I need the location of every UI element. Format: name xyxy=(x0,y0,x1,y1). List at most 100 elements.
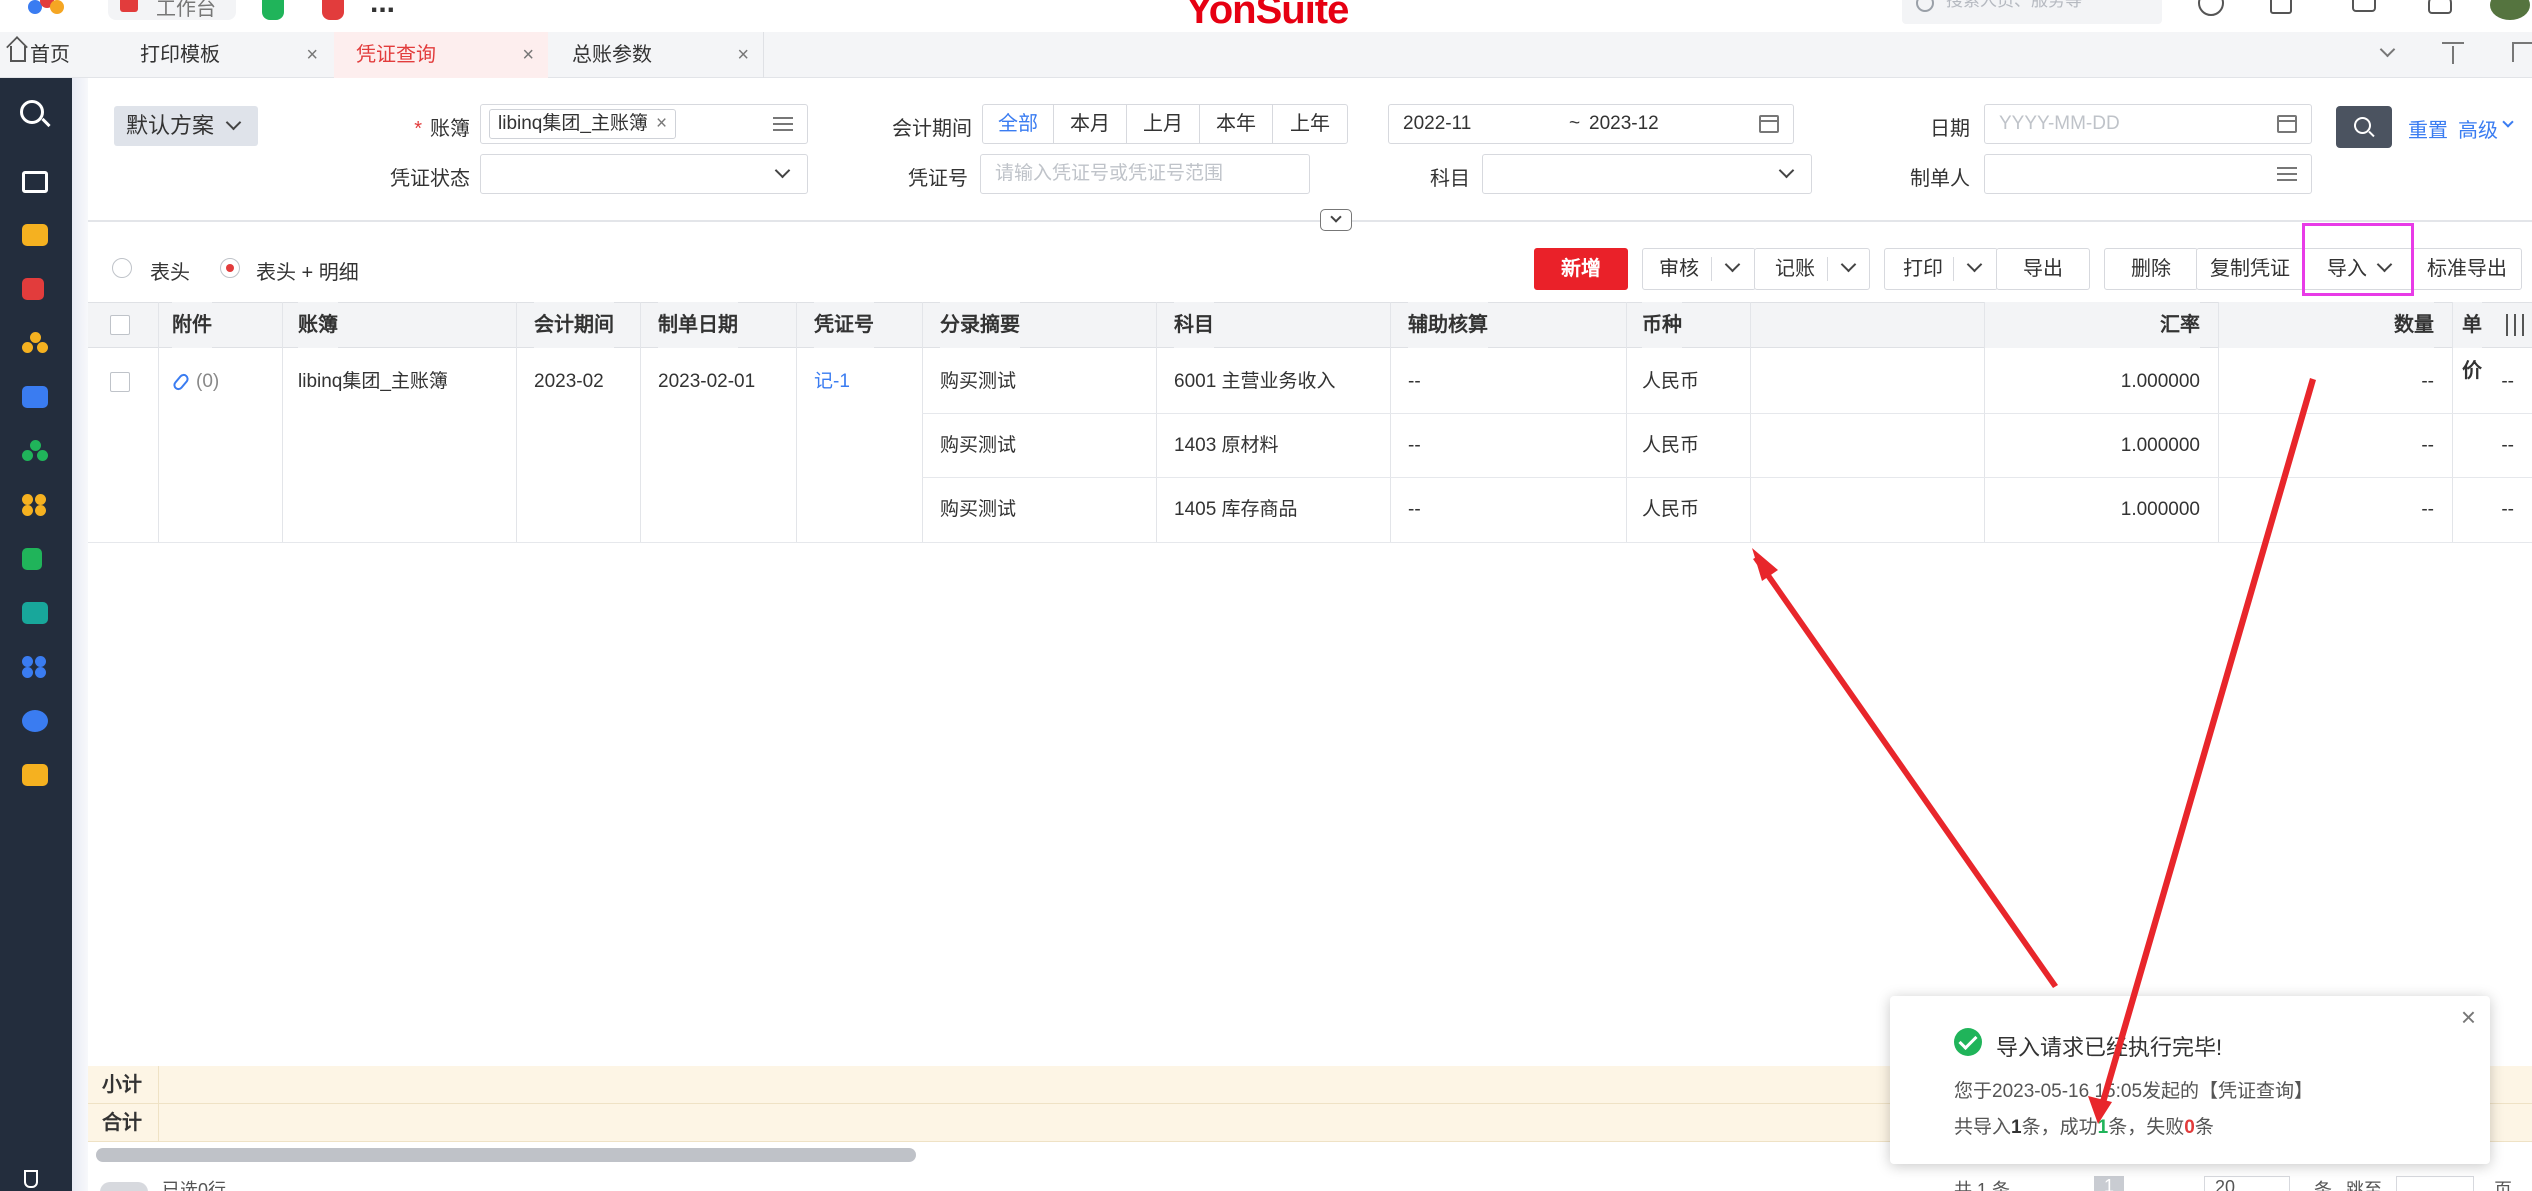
chevron-down-icon[interactable] xyxy=(1840,256,1857,273)
period-range-picker[interactable]: 2022-11 ~ 2023-12 xyxy=(1388,104,1794,144)
service-icon[interactable] xyxy=(2426,0,2456,18)
column-header-subject[interactable]: 科目 xyxy=(1174,302,1214,348)
sidebar-item-card-icon[interactable] xyxy=(22,386,48,408)
list-icon[interactable] xyxy=(2277,167,2297,181)
summary-cell: 购买测试 xyxy=(940,371,1017,392)
radio-header-only[interactable] xyxy=(112,258,132,278)
column-header-voucher-no[interactable]: 凭证号 xyxy=(814,302,874,348)
column-header-aux[interactable]: 辅助核算 xyxy=(1408,302,1488,348)
close-icon[interactable]: × xyxy=(522,32,534,78)
tasks-icon[interactable] xyxy=(2268,0,2298,18)
sidebar-item-team-icon[interactable] xyxy=(22,332,48,354)
period-label: 会计期间 xyxy=(892,118,972,140)
chevron-down-icon[interactable] xyxy=(1966,256,1983,273)
maker-field[interactable] xyxy=(1984,154,2312,194)
close-icon[interactable]: × xyxy=(737,32,749,78)
sidebar-item-org-icon[interactable] xyxy=(22,440,48,462)
jump-page-input[interactable] xyxy=(2396,1176,2474,1191)
column-header-period[interactable]: 会计期间 xyxy=(534,302,614,348)
audit-split-button[interactable]: 审核 xyxy=(1642,248,1756,290)
tab-home[interactable]: 首页 xyxy=(0,32,104,78)
global-search-input[interactable]: 搜索人员、服务等 xyxy=(1902,0,2162,24)
period-option-this-year[interactable]: 本年 xyxy=(1199,104,1273,144)
date-field[interactable]: YYYY-MM-DD xyxy=(1984,104,2312,144)
new-button[interactable]: 新增 xyxy=(1534,248,1628,290)
subject-select[interactable] xyxy=(1482,154,1812,194)
sidebar-item-briefcase-icon[interactable] xyxy=(22,224,48,246)
sidebar-item-apps-icon[interactable] xyxy=(22,494,48,516)
row-checkbox[interactable] xyxy=(110,372,130,392)
page-size-select[interactable]: 20 xyxy=(2204,1176,2290,1191)
calendar-icon xyxy=(1759,115,1779,133)
select-all-checkbox[interactable] xyxy=(110,315,130,335)
app-shortcut-green-icon[interactable] xyxy=(262,0,284,20)
period-option-this-month[interactable]: 本月 xyxy=(1053,104,1127,144)
export-button[interactable]: 导出 xyxy=(1996,248,2090,290)
column-header-attachment[interactable]: 附件 xyxy=(172,302,212,348)
column-header-date[interactable]: 制单日期 xyxy=(658,302,738,348)
voucher-no-link[interactable]: 记-1 xyxy=(814,350,850,414)
search-button[interactable] xyxy=(2336,106,2392,148)
period-option-last-month[interactable]: 上月 xyxy=(1126,104,1200,144)
annotation-highlight-box xyxy=(2302,223,2414,296)
column-header-price[interactable]: 单价 xyxy=(2452,302,2482,382)
top-bar: 工作台 ... YonSuite 搜索人员、服务等 xyxy=(0,0,2532,32)
tab-ledger-params[interactable]: 总账参数 × xyxy=(550,32,764,78)
message-icon[interactable] xyxy=(2350,0,2380,18)
print-split-button[interactable]: 打印 xyxy=(1884,248,1998,290)
standard-export-button[interactable]: 标准导出 xyxy=(2412,248,2522,290)
sidebar-item-document-icon[interactable] xyxy=(22,278,44,300)
scheme-label: 默认方案 xyxy=(126,113,215,138)
sidebar-item-screen-icon[interactable] xyxy=(22,602,48,624)
avatar[interactable] xyxy=(2490,0,2530,20)
tab-voucher-query[interactable]: 凭证查询 × xyxy=(334,32,548,78)
sidebar-flask-icon[interactable] xyxy=(24,1170,38,1188)
voucher-no-input[interactable]: 请输入凭证号或凭证号范围 xyxy=(980,154,1310,194)
close-icon[interactable]: × xyxy=(2461,1002,2476,1033)
attachment-cell[interactable]: (0) xyxy=(171,350,219,414)
reset-link[interactable]: 重置 xyxy=(2408,114,2448,143)
column-header-rate[interactable]: 汇率 xyxy=(1984,302,2200,348)
period-option-last-year[interactable]: 上年 xyxy=(1272,104,1348,144)
tab-print-template[interactable]: 打印模板 × xyxy=(118,32,332,78)
more-icon[interactable]: ... xyxy=(370,0,395,20)
horizontal-scrollbar[interactable] xyxy=(96,1148,916,1162)
advanced-link[interactable]: 高级 xyxy=(2458,114,2514,143)
copy-voucher-button[interactable]: 复制凭证 xyxy=(2196,248,2304,290)
close-icon[interactable]: × xyxy=(306,32,318,78)
selected-count: 已选0行 xyxy=(162,1180,227,1191)
list-icon[interactable] xyxy=(773,117,793,131)
sidebar-item-grid-icon[interactable] xyxy=(22,656,48,678)
voucher-status-select[interactable] xyxy=(480,154,808,194)
app-logo-icon[interactable] xyxy=(28,0,64,20)
help-icon[interactable] xyxy=(2196,0,2226,18)
period-option-all[interactable]: 全部 xyxy=(982,104,1054,144)
column-header-currency[interactable]: 币种 xyxy=(1642,302,1682,348)
tag-remove-icon[interactable]: × xyxy=(656,113,667,134)
app-shortcut-red-icon[interactable] xyxy=(322,0,344,20)
column-header-summary[interactable]: 分录摘要 xyxy=(940,302,1020,348)
scheme-dropdown[interactable]: 默认方案 xyxy=(114,106,258,146)
show-selected-toggle[interactable] xyxy=(100,1182,148,1191)
delete-button[interactable]: 删除 xyxy=(2104,248,2198,290)
sidebar-item-book-icon[interactable] xyxy=(22,548,42,570)
column-settings-icon[interactable] xyxy=(2504,314,2526,336)
notification-time-line: 您于2023-05-16 15:05发起的【凭证查询】 xyxy=(1954,1081,2314,1102)
annotation-arrow-to-table xyxy=(1752,548,2058,988)
sidebar-item-folder-icon[interactable] xyxy=(22,171,48,193)
success-check-icon xyxy=(1954,1028,1982,1056)
paperclip-icon xyxy=(171,371,191,393)
chevron-down-icon[interactable] xyxy=(1724,256,1741,273)
sidebar-search-icon[interactable] xyxy=(14,94,54,134)
ledger-field[interactable]: libinq集团_主账簿 × xyxy=(480,104,808,144)
collapse-filter-button[interactable] xyxy=(1320,209,1352,231)
sidebar-item-pie-icon[interactable] xyxy=(22,710,48,732)
workbench-label: 工作台 xyxy=(156,0,216,20)
column-header-qty[interactable]: 数量 xyxy=(2218,302,2434,348)
column-header-ledger[interactable]: 账簿 xyxy=(298,302,338,348)
sidebar-item-star-icon[interactable] xyxy=(22,764,48,786)
workbench-chip[interactable]: 工作台 xyxy=(108,0,236,20)
current-page[interactable]: 1 xyxy=(2094,1176,2124,1191)
radio-header-detail[interactable] xyxy=(220,258,240,278)
post-split-button[interactable]: 记账 xyxy=(1754,248,1870,290)
